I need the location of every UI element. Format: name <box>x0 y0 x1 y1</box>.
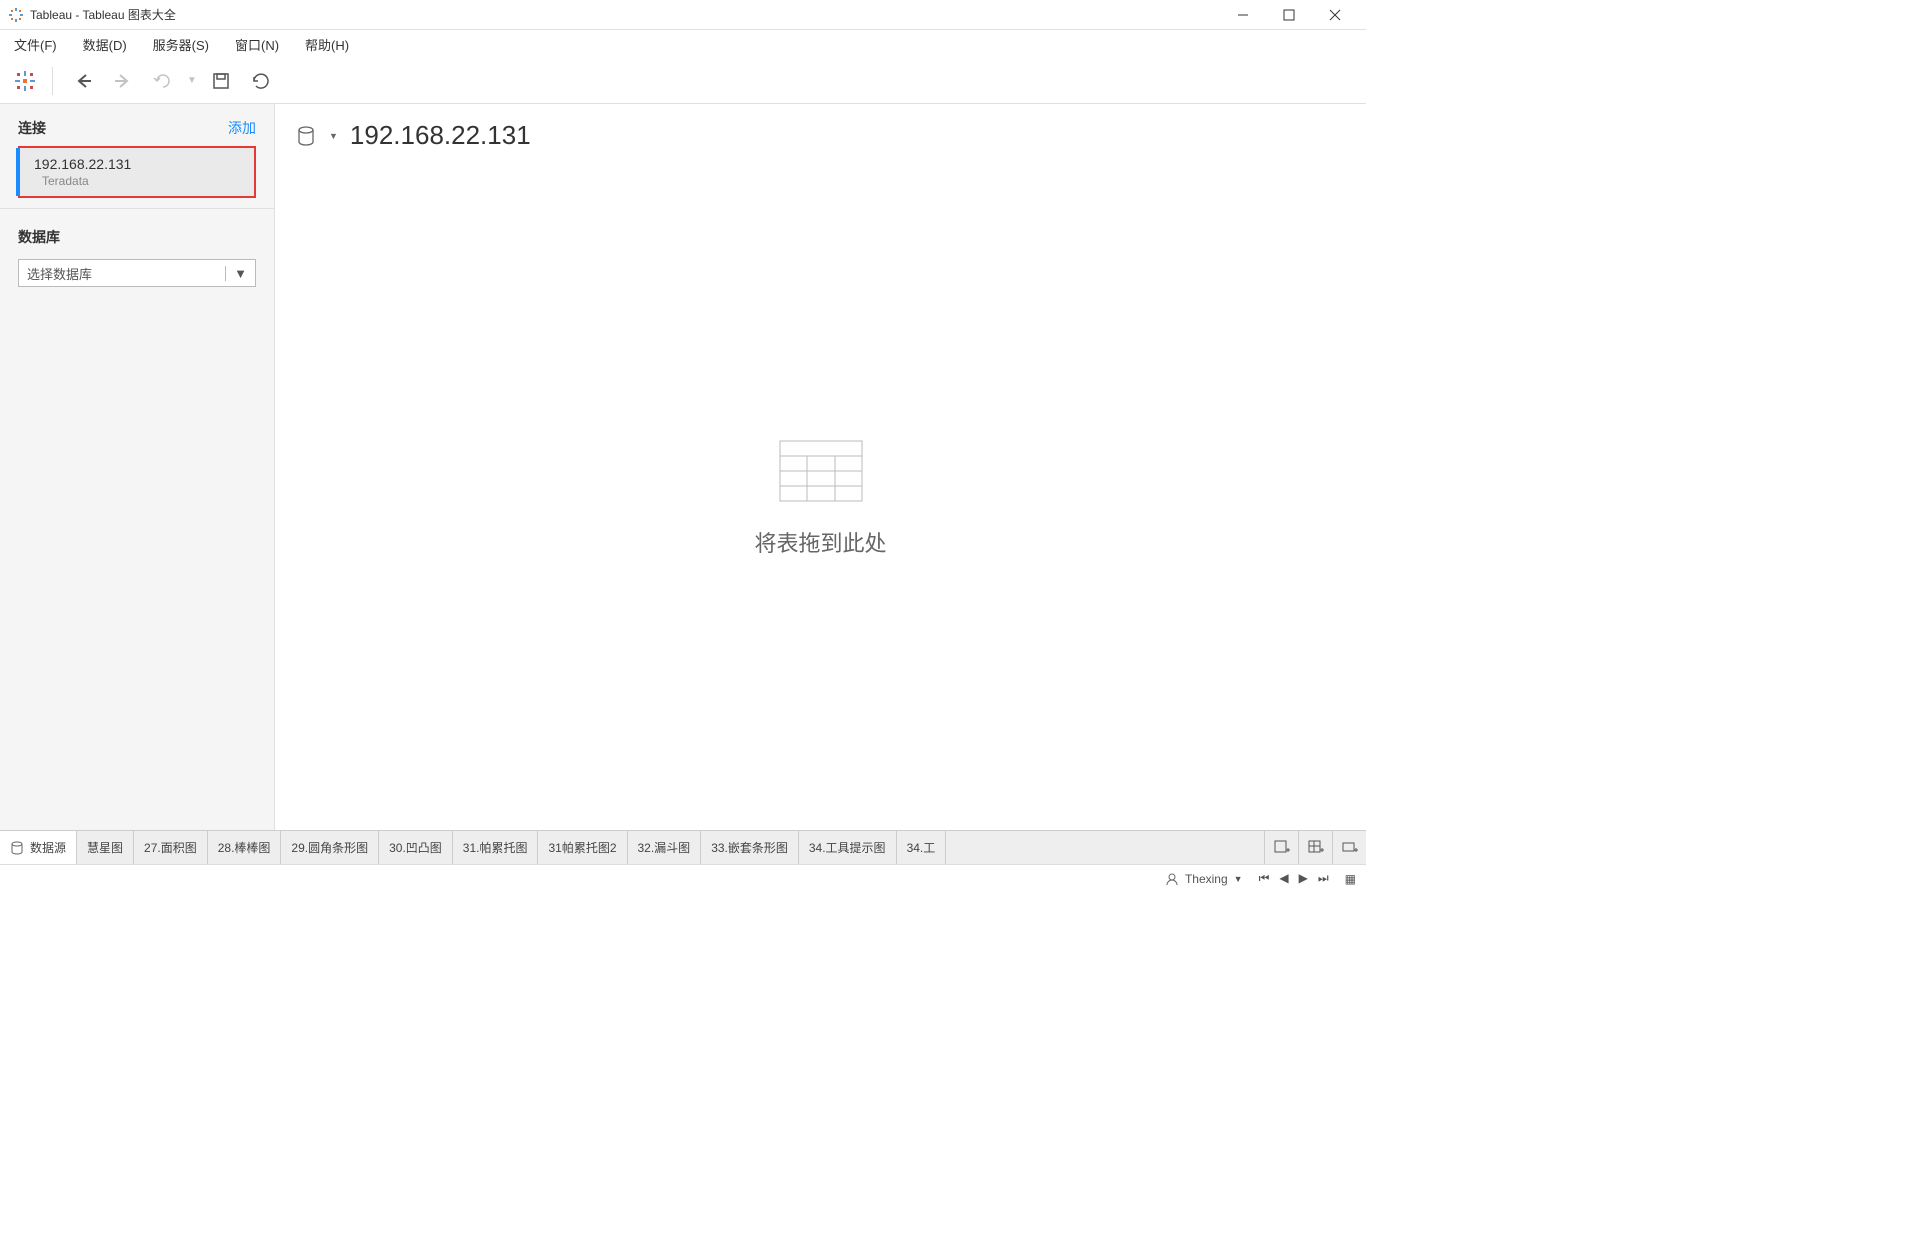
refresh-button[interactable] <box>245 65 277 97</box>
username: Thexing <box>1185 872 1228 886</box>
tab-label: 31.帕累托图 <box>463 839 528 856</box>
tab-label: 数据源 <box>30 839 66 856</box>
sheet-tabs: 数据源 慧星图 27.面积图 28.棒棒图 29.圆角条形图 30.凹凸图 31… <box>0 830 1366 864</box>
user-icon <box>1165 872 1179 886</box>
connection-name: 192.168.22.131 <box>20 156 254 172</box>
datasource-title: 192.168.22.131 <box>350 120 531 151</box>
sidebar: 连接 添加 192.168.22.131 Teradata 数据库 选择数据库 … <box>0 104 275 830</box>
menu-window[interactable]: 窗口(N) <box>231 33 283 56</box>
connections-header: 连接 添加 <box>0 104 274 146</box>
drop-hint: 将表拖到此处 <box>754 526 886 558</box>
separator <box>52 67 53 95</box>
window-title: Tableau - Tableau 图表大全 <box>30 6 1220 23</box>
undo-button <box>147 65 179 97</box>
maximize-button[interactable] <box>1266 0 1312 30</box>
tab-label: 34.工 <box>907 839 936 856</box>
tab-sheet[interactable]: 31.帕累托图 <box>453 831 539 864</box>
tab-label: 慧星图 <box>87 839 123 856</box>
menu-help[interactable]: 帮助(H) <box>301 33 353 56</box>
tab-sheet[interactable]: 34.工 <box>897 831 947 864</box>
main: 连接 添加 192.168.22.131 Teradata 数据库 选择数据库 … <box>0 104 1366 830</box>
forward-button <box>107 65 139 97</box>
tab-label: 31帕累托图2 <box>548 839 616 856</box>
database-icon <box>295 125 317 147</box>
tab-sheet[interactable]: 29.圆角条形图 <box>281 831 379 864</box>
tab-label: 30.凹凸图 <box>389 839 442 856</box>
tab-sheet[interactable]: 33.嵌套条形图 <box>701 831 799 864</box>
titlebar: Tableau - Tableau 图表大全 <box>0 0 1366 30</box>
drop-area[interactable]: 将表拖到此处 <box>275 167 1366 830</box>
canvas-header: ▼ 192.168.22.131 <box>275 104 1366 167</box>
last-sheet-button[interactable]: ⏭ <box>1316 869 1331 888</box>
minimize-button[interactable] <box>1220 0 1266 30</box>
chevron-down-icon[interactable]: ▼ <box>187 75 197 86</box>
tab-label: 29.圆角条形图 <box>291 839 368 856</box>
tab-datasource[interactable]: 数据源 <box>0 831 77 864</box>
tab-sheet[interactable]: 28.棒棒图 <box>208 831 282 864</box>
show-filmstrip-icon[interactable]: ▦ <box>1345 872 1356 886</box>
close-button[interactable] <box>1312 0 1358 30</box>
tab-label: 32.漏斗图 <box>638 839 691 856</box>
tab-label: 27.面积图 <box>144 839 197 856</box>
tab-sheet[interactable]: 27.面积图 <box>134 831 208 864</box>
tab-label: 33.嵌套条形图 <box>711 839 788 856</box>
database-icon <box>10 841 24 855</box>
tab-label: 28.棒棒图 <box>218 839 271 856</box>
chevron-down-icon: ▼ <box>225 266 247 281</box>
menu-server[interactable]: 服务器(S) <box>149 33 213 56</box>
next-sheet-button[interactable]: ▶ <box>1297 869 1310 888</box>
table-icon <box>779 440 863 502</box>
connections-label: 连接 <box>18 118 46 138</box>
tab-sheet[interactable]: 32.漏斗图 <box>628 831 702 864</box>
canvas: ▼ 192.168.22.131 将表拖到此处 <box>275 104 1366 830</box>
new-story-button[interactable] <box>1332 831 1366 864</box>
status-bar: Thexing ▼ ⏮ ◀ ▶ ⏭ ▦ <box>0 864 1366 892</box>
user-menu[interactable]: Thexing ▼ <box>1165 872 1243 886</box>
connection-item[interactable]: 192.168.22.131 Teradata <box>18 146 256 198</box>
tableau-logo-icon <box>12 68 38 94</box>
prev-sheet-button[interactable]: ◀ <box>1277 869 1290 888</box>
tab-sheet[interactable]: 34.工具提示图 <box>799 831 897 864</box>
window-controls <box>1220 0 1358 30</box>
first-sheet-button[interactable]: ⏮ <box>1257 869 1272 888</box>
tab-sheet[interactable]: 31帕累托图2 <box>538 831 627 864</box>
menu-file[interactable]: 文件(F) <box>10 33 61 56</box>
new-dashboard-button[interactable] <box>1298 831 1332 864</box>
tab-label: 34.工具提示图 <box>809 839 886 856</box>
app-icon <box>8 7 24 23</box>
database-select-value: 选择数据库 <box>27 264 92 283</box>
tab-sheet[interactable]: 慧星图 <box>77 831 134 864</box>
add-connection-button[interactable]: 添加 <box>228 118 256 138</box>
menu-data[interactable]: 数据(D) <box>79 33 131 56</box>
database-label: 数据库 <box>18 227 256 247</box>
tab-action-buttons <box>1264 831 1366 864</box>
new-worksheet-button[interactable] <box>1264 831 1298 864</box>
database-section: 数据库 选择数据库 ▼ <box>0 208 274 297</box>
database-select[interactable]: 选择数据库 ▼ <box>18 259 256 287</box>
chevron-down-icon[interactable]: ▼ <box>329 131 338 141</box>
connection-type: Teradata <box>20 174 254 188</box>
menubar: 文件(F) 数据(D) 服务器(S) 窗口(N) 帮助(H) <box>0 30 1366 58</box>
save-button[interactable] <box>205 65 237 97</box>
tab-sheet[interactable]: 30.凹凸图 <box>379 831 453 864</box>
toolbar: ▼ <box>0 58 1366 104</box>
sheet-nav: ⏮ ◀ ▶ ⏭ <box>1257 869 1331 888</box>
back-button[interactable] <box>67 65 99 97</box>
chevron-down-icon: ▼ <box>1234 874 1243 884</box>
